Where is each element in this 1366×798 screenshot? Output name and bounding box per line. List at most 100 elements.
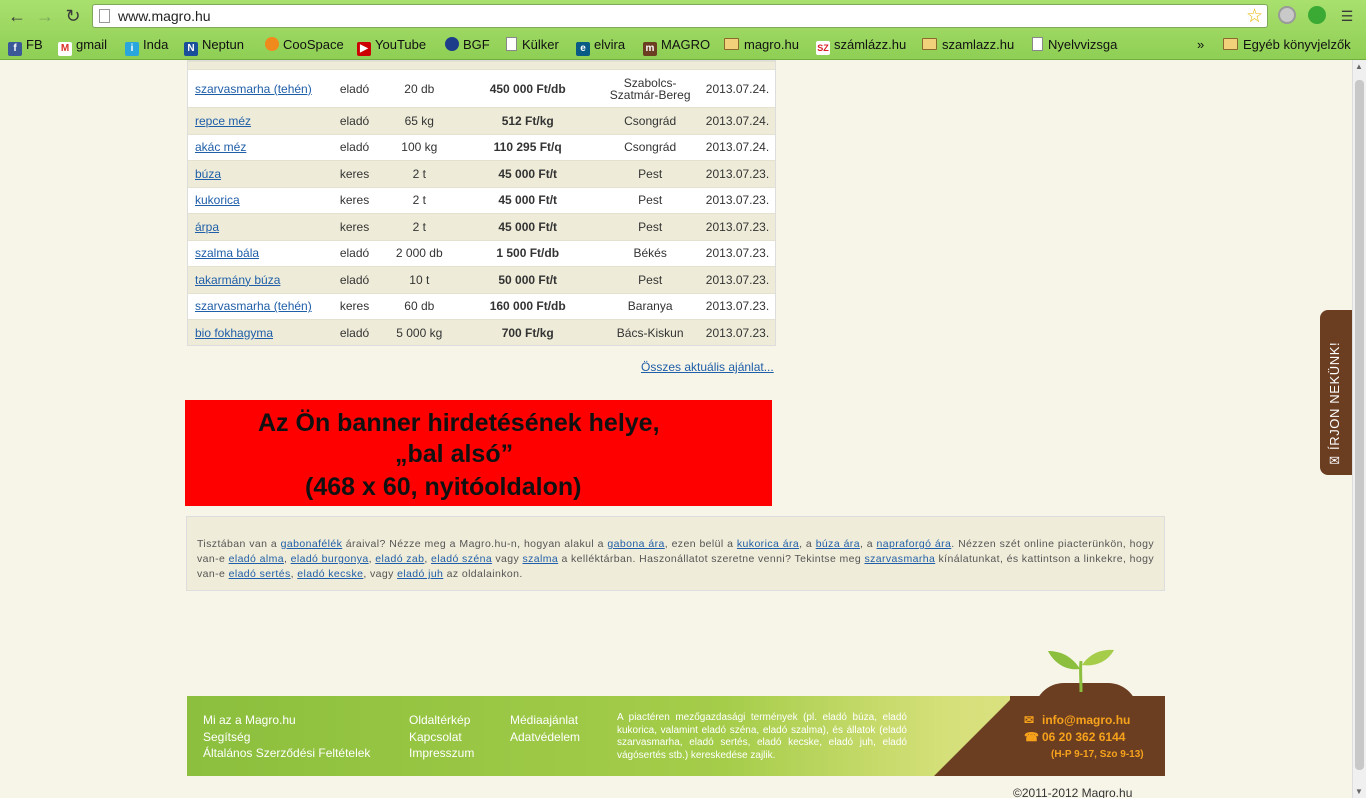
bookmark-neptun[interactable]: N Neptun (184, 36, 244, 56)
listing-link[interactable]: szalma bála (195, 246, 259, 260)
listing-type: keres (325, 186, 384, 214)
scrollbar-thumb[interactable] (1355, 80, 1364, 770)
listing-link[interactable]: takarmány búza (195, 273, 280, 287)
footer-col-3: Médiaajánlat Adatvédelem (510, 712, 580, 745)
table-row: szarvasmarha (tehén) keres 60 db 160 000 Ft… (188, 292, 775, 320)
sprout-icon (1048, 649, 1114, 693)
bookmark-magro-folder[interactable]: magro.hu (724, 36, 799, 54)
listing-link[interactable]: szarvasmarha (tehén) (195, 299, 312, 313)
listing-date: 2013.07.24. (700, 107, 775, 134)
url-text[interactable]: www.magro.hu (118, 8, 211, 24)
table-row: takarmány búza eladó 10 t 50 000 Ft/t Pest 20… (188, 266, 775, 293)
info-link[interactable]: napraforgó ára (877, 538, 952, 550)
listing-link[interactable]: bio fokhagyma (195, 326, 273, 340)
browser-chrome: ← → ↻ www.magro.hu ☆ ☰ f FB Mgmail i Inda … (0, 0, 1366, 60)
info-link[interactable]: szalma (522, 553, 558, 565)
listing-date: 2013.07.23. (700, 160, 775, 187)
gear-icon[interactable] (1278, 6, 1296, 24)
footer-link-media[interactable]: Médiaajánlat (510, 712, 580, 729)
listing-price: 160 000 Ft/db (455, 292, 601, 320)
reload-icon[interactable]: ↻ (62, 5, 84, 27)
back-arrow-icon[interactable]: ← (6, 5, 28, 27)
info-link[interactable]: eladó burgonya (291, 553, 369, 565)
footer-link-impressum[interactable]: Impresszum (409, 745, 474, 762)
bookmark-szamlazz[interactable]: SZ számlázz.hu (816, 36, 906, 55)
info-link[interactable]: eladó kecske (297, 568, 363, 580)
bookmark-nyelvvizsga[interactable]: Nyelvvizsga (1032, 36, 1117, 54)
scroll-down-arrow-icon[interactable]: ▼ (1355, 787, 1363, 796)
scroll-up-arrow-icon[interactable]: ▲ (1355, 62, 1363, 71)
listing-type: eladó (325, 319, 384, 345)
star-icon[interactable]: ☆ (1246, 5, 1263, 28)
all-offers-link[interactable]: Összes aktuális ajánlat... (641, 360, 774, 374)
footer-link-about[interactable]: Mi az a Magro.hu (203, 712, 370, 729)
listing-price: 450 000 Ft/db (455, 69, 601, 108)
listing-quantity: 2 000 db (383, 239, 456, 267)
extension-leaf-icon[interactable] (1308, 6, 1326, 24)
listing-date: 2013.07.23. (700, 239, 775, 267)
listing-link[interactable]: búza (195, 167, 221, 181)
listing-quantity: 2 t (383, 186, 456, 214)
info-text: vagy (492, 553, 523, 565)
footer-email[interactable]: info@magro.hu (1042, 713, 1130, 727)
bookmark-fb[interactable]: f FB (8, 36, 43, 56)
facebook-icon: f (8, 42, 22, 56)
footer-link-contact[interactable]: Kapcsolat (409, 729, 474, 746)
listing-quantity: 2 t (383, 160, 456, 187)
menu-icon[interactable]: ☰ (1336, 5, 1358, 27)
footer-link-sitemap[interactable]: Oldaltérkép (409, 712, 474, 729)
bookmark-magro[interactable]: m MAGRO (643, 36, 710, 56)
bookmark-inda[interactable]: i Inda (125, 36, 168, 56)
listing-type: keres (325, 292, 384, 320)
listing-name: árpa (188, 213, 326, 240)
listing-link[interactable]: akác méz (195, 140, 246, 154)
copyright: ©2011-2012 Magro.hu (1013, 786, 1133, 798)
bookmark-gmail[interactable]: Mgmail (58, 36, 107, 56)
listing-link[interactable]: árpa (195, 220, 219, 234)
bookmark-youtube[interactable]: ▶ YouTube (357, 36, 426, 56)
bookmark-elvira[interactable]: e elvira (576, 36, 625, 56)
info-link[interactable]: szarvasmarha (864, 553, 935, 565)
listing-quantity: 5 000 kg (383, 319, 456, 345)
envelope-icon: ✉ (1024, 713, 1035, 727)
listing-region: Pest (600, 186, 700, 214)
bookmark-bgf[interactable]: BGF (445, 36, 490, 54)
file-icon (1032, 37, 1043, 51)
footer-link-terms[interactable]: Általános Szerződési Feltételek (203, 745, 370, 762)
bookmark-coospace[interactable]: CooSpace (265, 36, 344, 54)
listing-link[interactable]: szarvasmarha (tehén) (195, 82, 312, 96)
listing-date: 2013.07.24. (700, 69, 775, 108)
info-link[interactable]: eladó zab (375, 553, 424, 565)
bookmarks-bar: f FB Mgmail i Inda N Neptun CooSpace ▶ YouTu… (0, 32, 1366, 58)
navigation-bar: ← → ↻ www.magro.hu ☆ ☰ (0, 0, 1366, 32)
info-link[interactable]: gabonafélék (281, 538, 343, 550)
info-link[interactable]: eladó széna (431, 553, 492, 565)
table-row: árpa keres 2 t 45 000 Ft/t Pest 2013.07.23. (188, 213, 775, 240)
banner-ad[interactable]: Az Ön banner hirdetésének helye, „bal al… (185, 400, 772, 506)
info-link[interactable]: eladó juh (397, 568, 443, 580)
listing-date: 2013.07.23. (700, 292, 775, 320)
bookmark-szamlazz-folder[interactable]: szamlazz.hu (922, 36, 1014, 54)
footer-link-help[interactable]: Segítség (203, 729, 370, 746)
info-link[interactable]: eladó sertés (229, 568, 291, 580)
bookmark-kulker[interactable]: Külker (506, 36, 559, 54)
forward-arrow-icon[interactable]: → (34, 5, 56, 27)
listing-link[interactable]: repce méz (195, 114, 251, 128)
address-bar[interactable]: www.magro.hu ☆ (92, 4, 1268, 28)
contact-us-tab[interactable]: ÍRJON NEKÜNK! ✉ (1320, 310, 1352, 475)
listing-link[interactable]: kukorica (195, 193, 240, 207)
info-link[interactable]: eladó alma (229, 553, 284, 565)
info-link[interactable]: búza ára (816, 538, 860, 550)
listing-name: akác méz (188, 133, 326, 161)
info-text: , ezen belül a (664, 538, 737, 550)
bookmarks-overflow[interactable]: » (1197, 36, 1204, 54)
info-link[interactable]: kukorica ára (737, 538, 799, 550)
listing-type: keres (325, 213, 384, 240)
footer-link-privacy[interactable]: Adatvédelem (510, 729, 580, 746)
page-scrollbar[interactable]: ▲ ▼ (1352, 60, 1366, 798)
footer-hours: (H-P 9-17, Szo 9-13) (1051, 749, 1144, 760)
listing-region: Pest (600, 266, 700, 293)
listing-region: Pest (600, 213, 700, 240)
info-link[interactable]: gabona ára (607, 538, 664, 550)
bookmark-other[interactable]: Egyéb könyvjelzők (1223, 36, 1351, 54)
